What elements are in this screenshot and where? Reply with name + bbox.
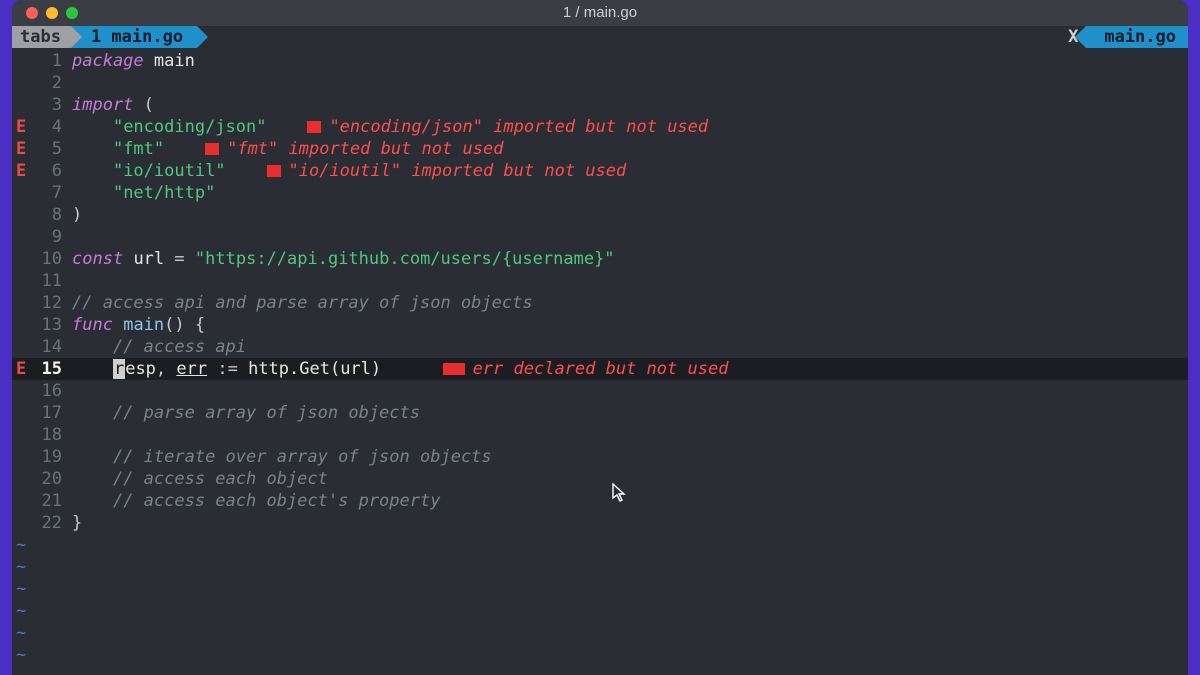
diagnostic-text: err declared but not used: [473, 359, 729, 379]
code-line: 16: [12, 380, 1188, 402]
code-line: 2: [12, 72, 1188, 94]
code-line: E5 "fmt" "fmt" imported but not used: [12, 138, 1188, 160]
tab-bar: tabs 1 main.go X main.go: [12, 26, 1188, 48]
tabbar-right: X main.go: [1060, 26, 1188, 48]
error-marker-icon: [307, 121, 321, 133]
empty-line: ~: [12, 666, 1188, 675]
empty-line: ~: [12, 644, 1188, 666]
error-sign: E: [12, 358, 36, 380]
empty-line: ~: [12, 578, 1188, 600]
error-marker-icon: [205, 143, 219, 155]
code-line: 20 // access each object: [12, 468, 1188, 490]
empty-line: ~: [12, 600, 1188, 622]
code-editor[interactable]: 1package main 2 3import ( E4 "encoding/j…: [12, 48, 1188, 675]
error-sign: E: [12, 116, 36, 138]
code-line: 22}: [12, 512, 1188, 534]
tab-filename-right: main.go: [1086, 26, 1188, 48]
code-line: 12// access api and parse array of json …: [12, 292, 1188, 314]
code-line: 1package main: [12, 50, 1188, 72]
error-sign: E: [12, 160, 36, 182]
code-line: 17 // parse array of json objects: [12, 402, 1188, 424]
code-line: 13func main() {: [12, 314, 1188, 336]
error-marker-icon: [267, 165, 281, 177]
code-line: 10const url = "https://api.github.com/us…: [12, 248, 1188, 270]
close-window-button[interactable]: [26, 7, 38, 19]
tabs-label: tabs: [12, 26, 71, 48]
code-line: 11: [12, 270, 1188, 292]
diagnostic-text: "encoding/json" imported but not used: [329, 117, 708, 137]
editor-window: 1 / main.go tabs 1 main.go X main.go 1pa…: [12, 0, 1188, 675]
empty-line: ~: [12, 622, 1188, 644]
diagnostic-text: "io/ioutil" imported but not used: [289, 161, 627, 181]
code-line: 14 // access api: [12, 336, 1188, 358]
error-marker-icon: [443, 363, 465, 375]
error-sign: E: [12, 138, 36, 160]
code-line: E4 "encoding/json" "encoding/json" impor…: [12, 116, 1188, 138]
code-line: 18: [12, 424, 1188, 446]
tab-main-go[interactable]: 1 main.go: [71, 26, 197, 48]
code-line: E6 "io/ioutil" "io/ioutil" imported but …: [12, 160, 1188, 182]
window-controls: [12, 7, 78, 19]
code-line: 19 // iterate over array of json objects: [12, 446, 1188, 468]
maximize-window-button[interactable]: [66, 7, 78, 19]
code-line: 8): [12, 204, 1188, 226]
empty-line: ~: [12, 534, 1188, 556]
titlebar: 1 / main.go: [12, 0, 1188, 26]
code-line: 9: [12, 226, 1188, 248]
code-line: 7 "net/http": [12, 182, 1188, 204]
window-title: 1 / main.go: [12, 2, 1188, 24]
minimize-window-button[interactable]: [46, 7, 58, 19]
code-line-current: E15 resp, err := http.Get(url) err decla…: [12, 358, 1188, 380]
diagnostic-text: "fmt" imported but not used: [227, 139, 503, 159]
code-line: 21 // access each object's property: [12, 490, 1188, 512]
empty-line: ~: [12, 556, 1188, 578]
text-cursor: r: [113, 359, 125, 379]
code-line: 3import (: [12, 94, 1188, 116]
